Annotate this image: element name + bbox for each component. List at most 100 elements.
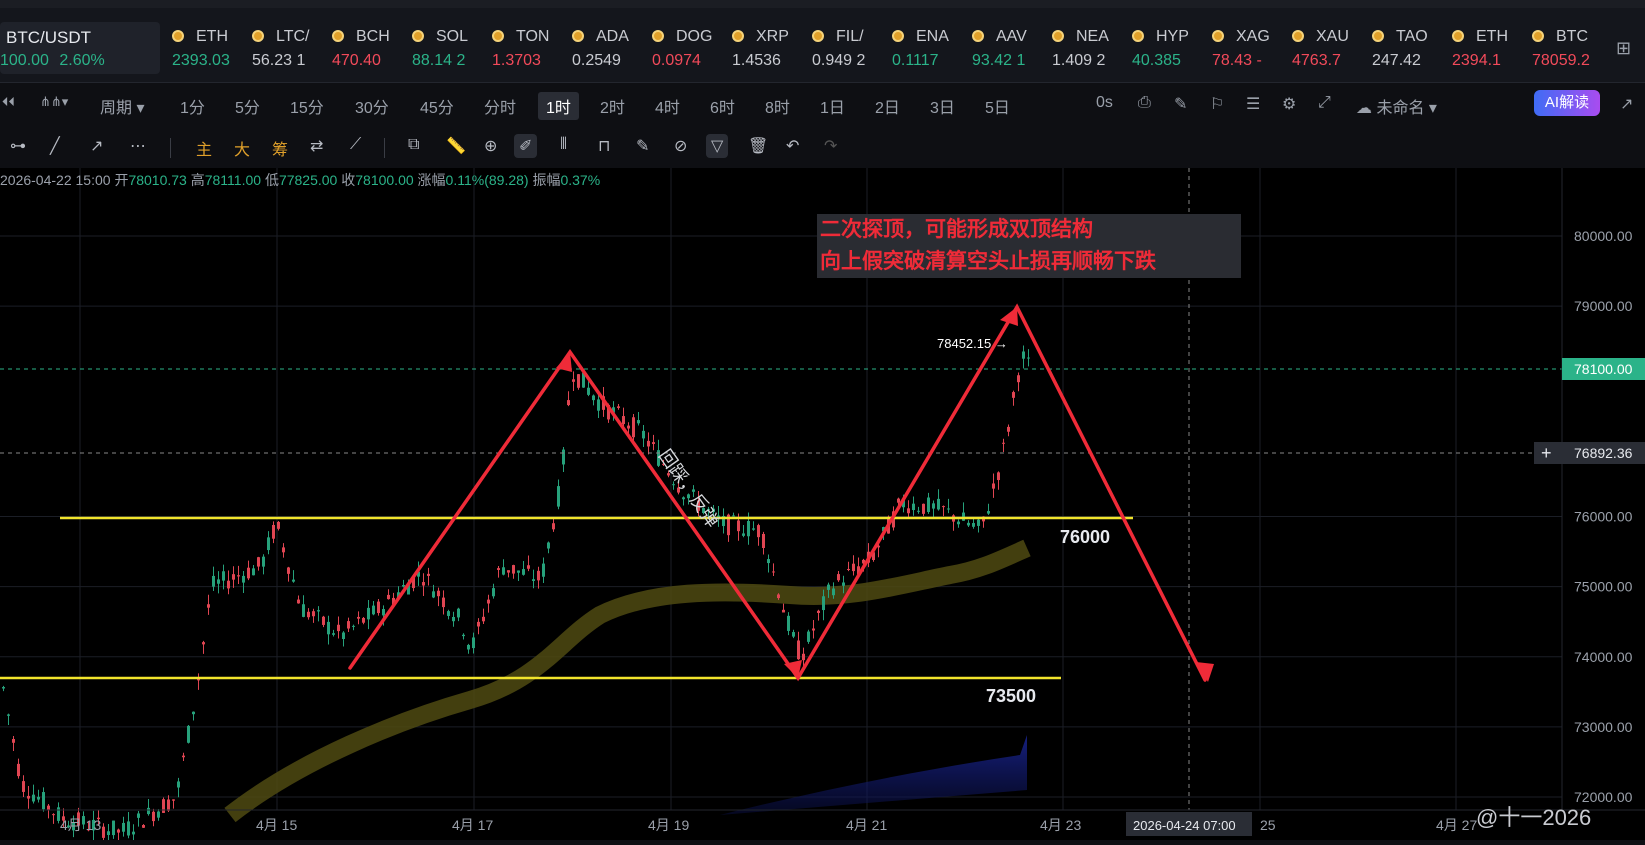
- ticker-item[interactable]: ETH 2393.03: [172, 24, 250, 74]
- large-order-button[interactable]: 大: [234, 136, 250, 160]
- candle-body: [832, 588, 835, 596]
- candle-body: [182, 755, 185, 758]
- coin-icon: [652, 30, 664, 42]
- candle-body: [512, 565, 515, 574]
- pair-selector[interactable]: BTC/USDT 100.00 2.60%: [0, 22, 160, 74]
- magnet-icon[interactable]: ⊘: [674, 136, 687, 156]
- ticker-item[interactable]: BCH 470.40: [332, 24, 410, 74]
- hline-tool-icon[interactable]: ⊶: [10, 136, 26, 156]
- ticker-item[interactable]: AAV 93.42 1: [972, 24, 1050, 74]
- candle-body: [992, 483, 995, 489]
- tf-6h[interactable]: 6时: [710, 94, 735, 118]
- redo-icon[interactable]: ↷: [824, 136, 837, 156]
- back-arrow-icon[interactable]: ⏴⏴: [2, 94, 15, 110]
- candle-body: [802, 653, 805, 661]
- candle-body: [797, 640, 800, 660]
- undo-icon[interactable]: ↶: [786, 136, 799, 156]
- alert-icon[interactable]: ⚐: [1210, 94, 1224, 114]
- crop-icon[interactable]: ⧉: [408, 136, 419, 154]
- ticker-item[interactable]: ETH 2394.1: [1452, 24, 1530, 74]
- camera-icon[interactable]: ⎙: [1138, 94, 1151, 112]
- main-indicator-button[interactable]: 主: [196, 136, 212, 160]
- ohlc-time: 2026-04-22 15:00: [0, 172, 111, 188]
- ticker-item[interactable]: LTC/56.23 1: [252, 24, 330, 74]
- candle-body: [347, 621, 350, 629]
- ticker-price: 1.3703: [492, 52, 541, 69]
- tf-4h[interactable]: 4时: [655, 94, 680, 118]
- period-dropdown[interactable]: 周期 ▾: [100, 94, 145, 118]
- price-tick-label: 75000.00: [1574, 579, 1633, 595]
- tf-2d[interactable]: 2日: [875, 94, 900, 118]
- tf-3d[interactable]: 3日: [930, 94, 955, 118]
- zoom-icon[interactable]: ⊕: [484, 136, 497, 156]
- candle-body: [572, 379, 575, 382]
- more-tools-icon[interactable]: ⋯: [130, 136, 146, 156]
- candles-icon[interactable]: ⦀: [560, 136, 567, 154]
- candle-body: [277, 521, 280, 529]
- tf-1h[interactable]: 1时: [538, 92, 579, 120]
- coin-icon: [732, 30, 744, 42]
- ticker-item[interactable]: DOG 0.0974: [652, 24, 730, 74]
- ticker-item[interactable]: TON 1.3703: [492, 24, 570, 74]
- candle-body: [927, 497, 930, 513]
- layout-dropdown[interactable]: ☁ 未命名 ▾: [1356, 94, 1437, 118]
- candle-body: [542, 563, 545, 577]
- ticker-item[interactable]: TAO 247.42: [1372, 24, 1450, 74]
- settings-icon[interactable]: ⚙: [1282, 94, 1296, 114]
- ticker-item[interactable]: NEA 1.409 2: [1052, 24, 1130, 74]
- lock-icon[interactable]: ⊓: [598, 136, 610, 156]
- candle-body: [1022, 351, 1025, 359]
- tf-30m[interactable]: 30分: [355, 94, 389, 118]
- ticker-item[interactable]: ADA 0.2549: [572, 24, 650, 74]
- tf-15m[interactable]: 15分: [290, 94, 324, 118]
- share-icon[interactable]: ↗: [1620, 94, 1633, 114]
- ray-tool-icon[interactable]: ↗: [90, 136, 103, 156]
- candle-body: [422, 582, 425, 586]
- ruler-icon[interactable]: 📏: [446, 136, 466, 156]
- candle-body: [307, 611, 310, 618]
- tf-line[interactable]: 分时: [484, 94, 516, 118]
- tf-45m[interactable]: 45分: [420, 94, 454, 118]
- trash-icon[interactable]: 🗑: [748, 136, 768, 156]
- candle-body: [742, 533, 745, 536]
- swap-icon[interactable]: ⇄: [310, 136, 323, 156]
- tf-1d[interactable]: 1日: [820, 94, 845, 118]
- trendline-tool-icon[interactable]: ╱: [50, 136, 60, 156]
- candle-body: [467, 644, 470, 650]
- ticker-item[interactable]: SOL 88.14 2: [412, 24, 490, 74]
- close-key: 收: [341, 172, 356, 188]
- tf-5d[interactable]: 5日: [985, 94, 1010, 118]
- measure-icon[interactable]: ⟋: [350, 136, 361, 154]
- candle-body: [287, 567, 290, 574]
- tf-5m[interactable]: 5分: [235, 94, 260, 118]
- chips-button[interactable]: 筹: [272, 136, 288, 160]
- tf-2h[interactable]: 2时: [600, 94, 625, 118]
- ticker-item[interactable]: BTC 78059.2: [1532, 24, 1610, 74]
- ticker-item[interactable]: XAG 78.43 -: [1212, 24, 1290, 74]
- fullscreen-icon[interactable]: ⤢: [1318, 94, 1331, 112]
- candle-body: [107, 831, 110, 836]
- draw-mode-icon[interactable]: ✐: [514, 134, 538, 158]
- filter-icon[interactable]: ▽: [706, 134, 729, 158]
- ticker-item[interactable]: XRP 1.4536: [732, 24, 810, 74]
- ticker-item[interactable]: FIL/0.949 2: [812, 24, 890, 74]
- grid-menu-icon[interactable]: ⊞: [1616, 38, 1631, 59]
- candle-body: [122, 822, 125, 832]
- tf-8h[interactable]: 8时: [765, 94, 790, 118]
- list-icon[interactable]: ☰: [1246, 94, 1260, 114]
- edit-icon[interactable]: ✎: [636, 136, 649, 156]
- candle-body: [187, 725, 190, 743]
- chart-area[interactable]: 80000.00 79000.00 76000.00 75000.00 74000.00…: [0, 168, 1645, 844]
- ticker-price: 93.42 1: [972, 52, 1026, 69]
- ticker-item[interactable]: HYP 40.385: [1132, 24, 1210, 74]
- ai-analysis-button[interactable]: AI解读: [1534, 90, 1600, 116]
- ticker-item[interactable]: XAU 4763.7: [1292, 24, 1370, 74]
- candlestick-chart[interactable]: 80000.00 79000.00 76000.00 75000.00 74000.00…: [0, 168, 1645, 844]
- chart-type-icon[interactable]: ⋔⋔▾: [40, 94, 68, 110]
- tf-1m[interactable]: 1分: [180, 94, 205, 118]
- pen-icon[interactable]: ✎: [1174, 94, 1187, 114]
- ticker-item[interactable]: ENA 0.1117: [892, 24, 970, 74]
- candle-body: [367, 607, 370, 620]
- coin-icon: [1532, 30, 1544, 42]
- candle-body: [292, 579, 295, 582]
